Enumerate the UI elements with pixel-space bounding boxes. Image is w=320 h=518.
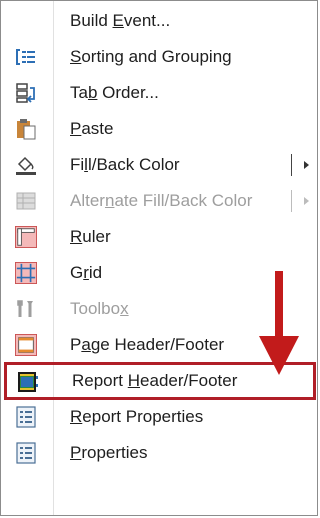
properties-icon — [15, 442, 37, 464]
menu-item-fill-back-color[interactable]: Fill/Back Color — [2, 147, 316, 183]
menu-item-label: Page Header/Footer — [70, 335, 225, 354]
annotation-arrow-shaft — [275, 271, 283, 336]
menu-item-label: Report Header/Footer — [72, 371, 238, 390]
tab-order-icon — [15, 82, 37, 104]
toolbox-icon — [15, 298, 37, 320]
menu-item-label: Alternate Fill/Back Color — [70, 191, 253, 210]
report-header-footer-icon — [17, 371, 39, 393]
context-menu: Build Event... Sorting and Grouping Tab … — [0, 0, 318, 516]
menu-item-label: Tab Order... — [70, 83, 159, 102]
menu-item-build-event[interactable]: Build Event... — [2, 3, 316, 39]
menu-item-label: Properties — [70, 443, 148, 462]
ruler-icon — [15, 226, 37, 248]
menu-item-label: Fill/Back Color — [70, 155, 180, 174]
menu-item-label: Sorting and Grouping — [70, 47, 232, 66]
submenu-separator — [291, 190, 292, 212]
submenu-separator — [291, 154, 292, 176]
grid-icon — [15, 262, 37, 284]
sorting-grouping-icon — [15, 46, 37, 68]
menu-item-label: Toolbox — [70, 299, 129, 318]
menu-item-tab-order[interactable]: Tab Order... — [2, 75, 316, 111]
submenu-arrow-icon[interactable] — [304, 161, 309, 169]
fill-back-color-icon — [15, 154, 37, 176]
menu-item-label: Grid — [70, 263, 103, 282]
menu-item-label: Ruler — [70, 227, 111, 246]
menu-item-label: Paste — [70, 119, 114, 138]
alternate-fill-icon — [15, 190, 37, 212]
annotation-arrow-down-icon — [259, 336, 299, 375]
submenu-arrow-icon — [304, 197, 309, 205]
menu-item-sorting-and-grouping[interactable]: Sorting and Grouping — [2, 39, 316, 75]
page-header-footer-icon — [15, 334, 37, 356]
menu-item-label: Build Event... — [70, 11, 171, 30]
menu-item-toolbox: Toolbox — [2, 291, 316, 327]
menu-item-report-properties[interactable]: Report Properties — [2, 399, 316, 435]
report-properties-icon — [15, 406, 37, 428]
menu-item-paste[interactable]: Paste — [2, 111, 316, 147]
menu-item-properties[interactable]: Properties — [2, 435, 316, 471]
menu-item-label: Report Properties — [70, 407, 204, 426]
paste-icon — [15, 118, 37, 140]
menu-item-ruler[interactable]: Ruler — [2, 219, 316, 255]
menu-item-grid[interactable]: Grid — [2, 255, 316, 291]
menu-item-alternate-fill-back-color: Alternate Fill/Back Color — [2, 183, 316, 219]
